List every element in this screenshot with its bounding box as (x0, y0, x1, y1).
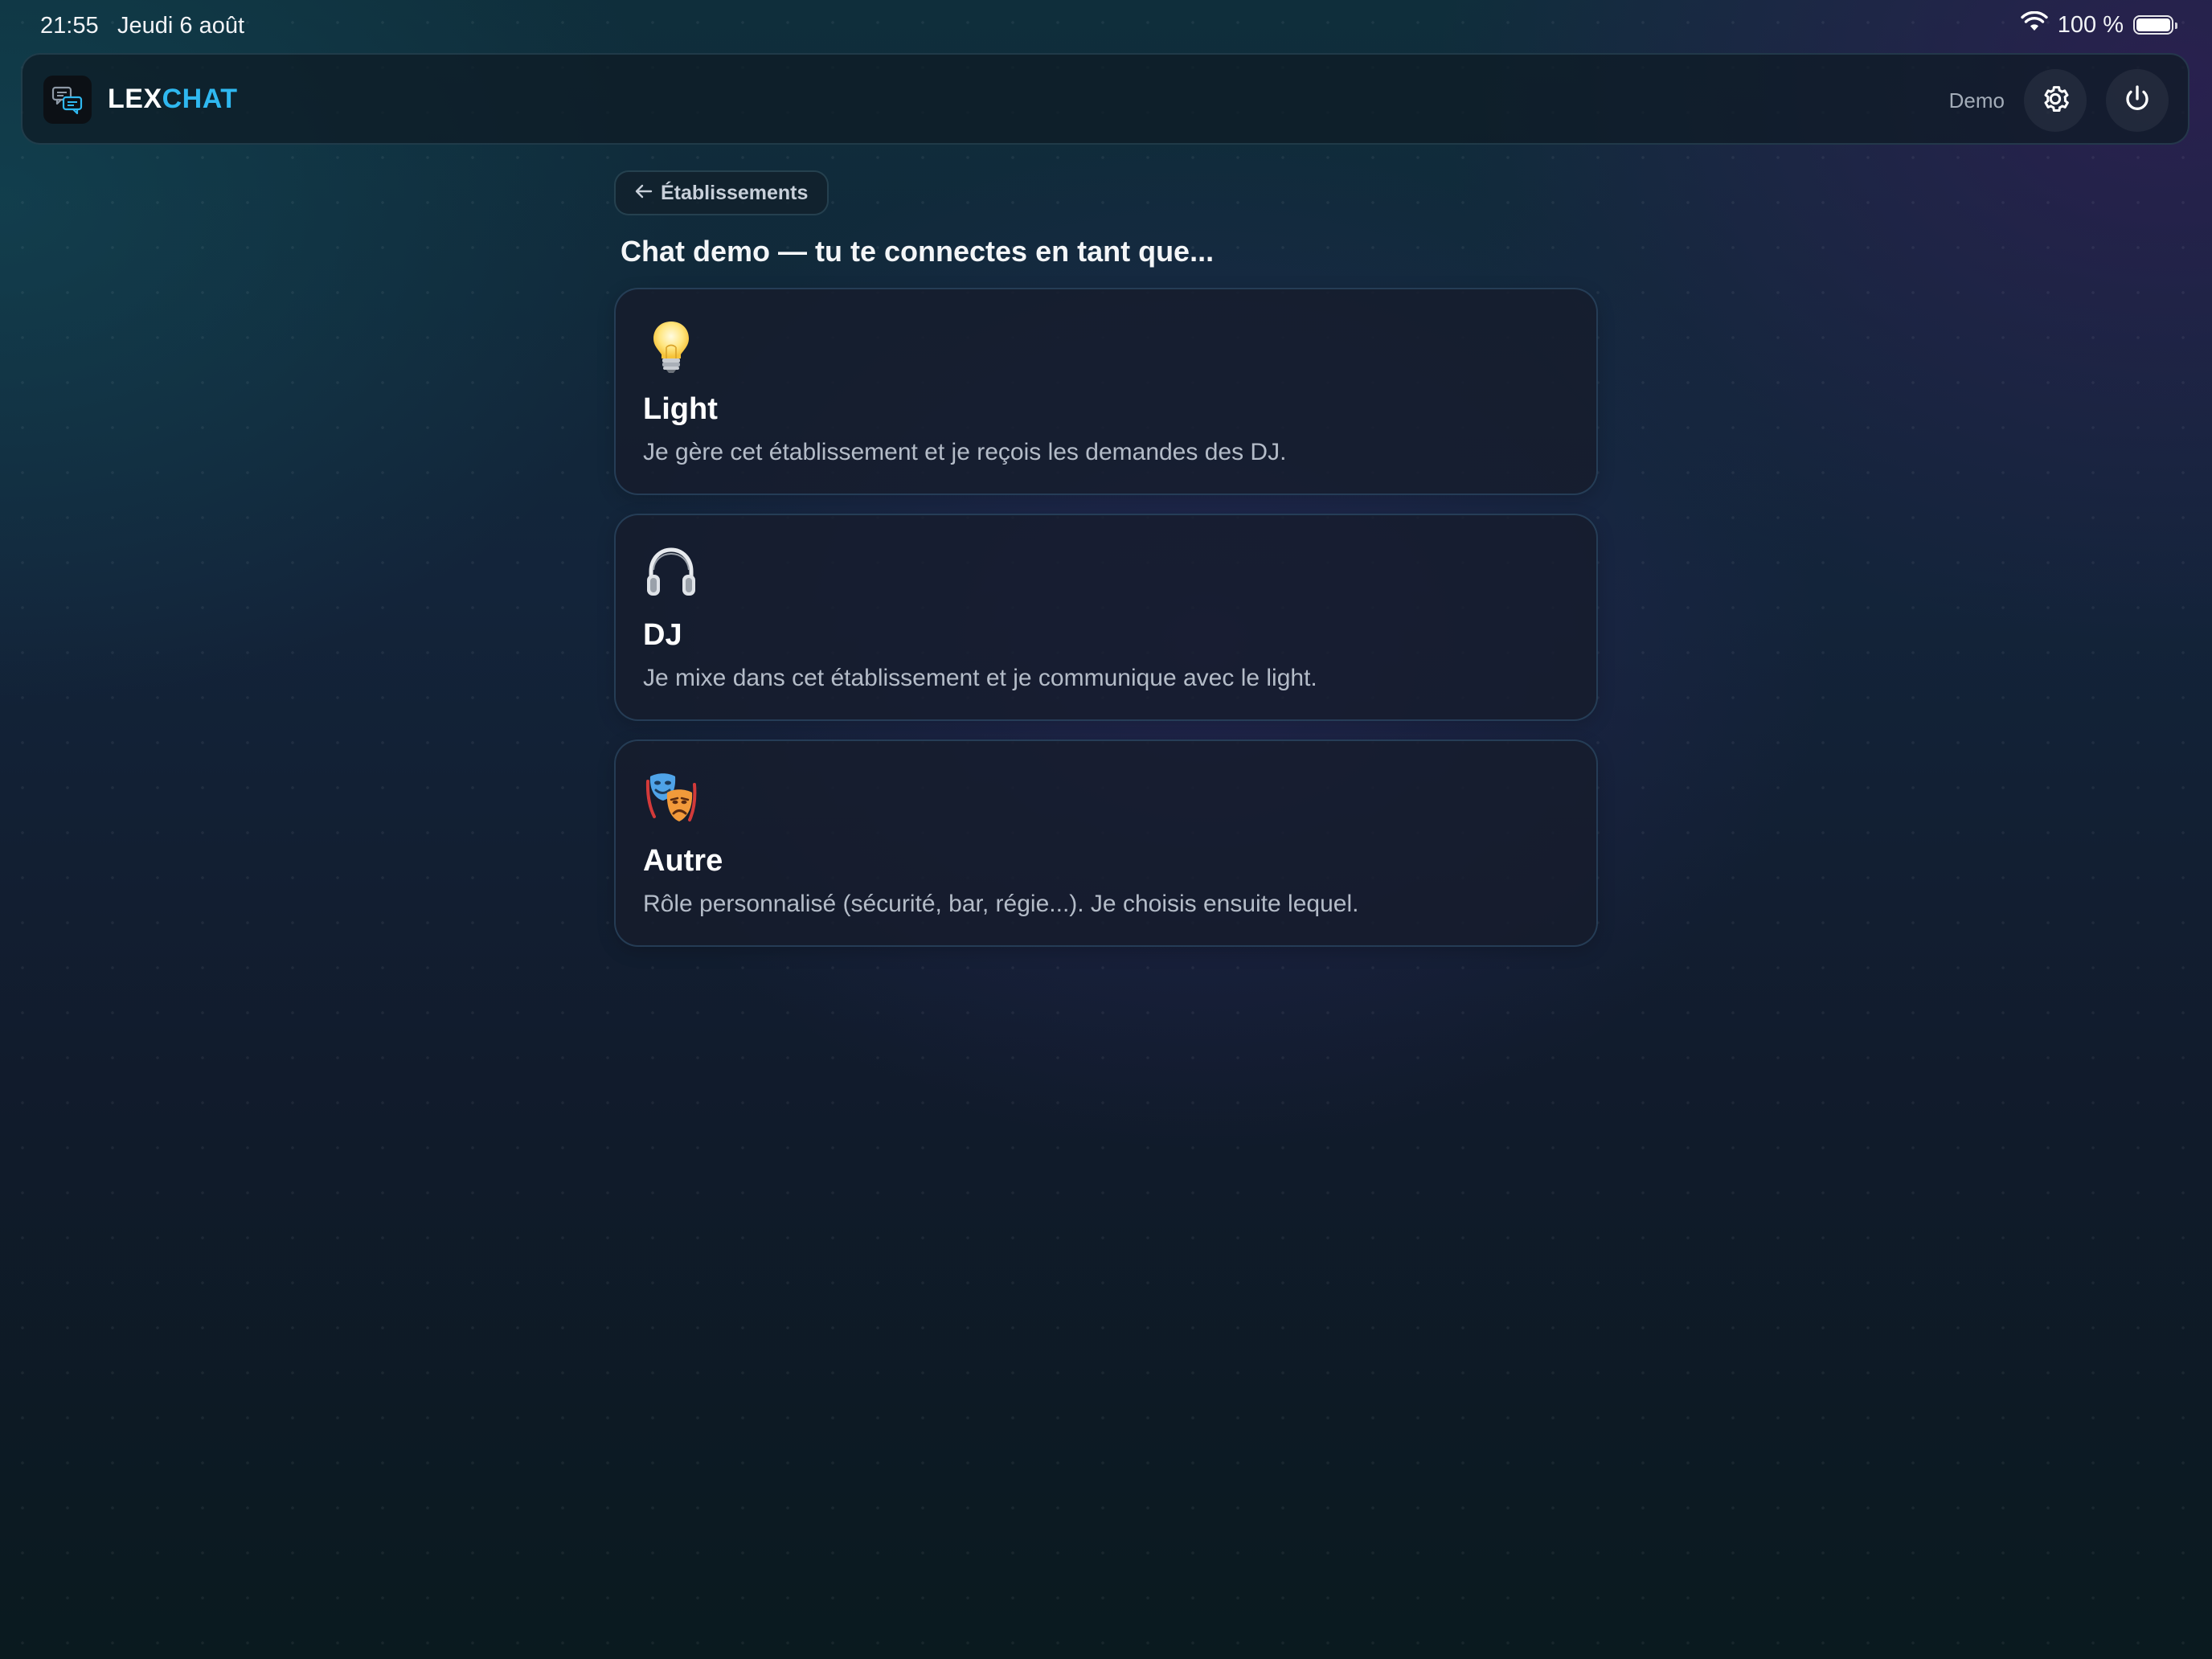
theater-masks-icon (643, 770, 699, 826)
settings-button[interactable] (2024, 69, 2087, 132)
role-name: Light (643, 392, 718, 426)
gear-icon (2039, 83, 2071, 119)
app-header: LEXCHAT Demo (21, 53, 2189, 145)
battery-percentage: 100 % (2057, 11, 2124, 38)
arrow-left-icon (635, 182, 653, 205)
app-title: LEXCHAT (108, 84, 238, 115)
status-date: Jeudi 6 août (117, 13, 245, 39)
user-label: Demo (1948, 88, 2005, 113)
role-description: Je gère cet établissement et je reçois l… (643, 439, 1287, 465)
role-description: Je mixe dans cet établissement et je com… (643, 665, 1317, 691)
role-card-autre[interactable]: Autre Rôle personnalisé (sécurité, bar, … (614, 739, 1598, 947)
page-title: Chat demo — tu te connectes en tant que.… (621, 235, 1215, 268)
role-name: Autre (643, 844, 723, 878)
battery-level (2136, 18, 2170, 31)
app-title-chat: CHAT (162, 84, 238, 114)
role-description: Rôle personnalisé (sécurité, bar, régie.… (643, 891, 1359, 917)
power-icon (2121, 83, 2153, 119)
status-time: 21:55 (40, 13, 99, 39)
status-indicators: 100 % (2021, 10, 2177, 39)
role-name: DJ (643, 618, 682, 652)
power-button[interactable] (2106, 69, 2169, 132)
back-to-establishments-button[interactable]: Établissements (614, 170, 830, 215)
role-card-dj[interactable]: DJ Je mixe dans cet établissement et je … (614, 514, 1598, 721)
role-card-light[interactable]: Light Je gère cet établissement et je re… (614, 288, 1598, 495)
wifi-icon (2021, 10, 2048, 39)
lightbulb-icon (643, 318, 699, 375)
app-title-lex: LEX (108, 84, 162, 114)
battery-icon (2133, 15, 2177, 35)
chat-bubbles-icon (43, 76, 92, 124)
back-button-label: Établissements (661, 181, 809, 204)
status-bar: 21:55 Jeudi 6 août 100 % (0, 0, 2212, 51)
headphones-icon (643, 544, 699, 600)
